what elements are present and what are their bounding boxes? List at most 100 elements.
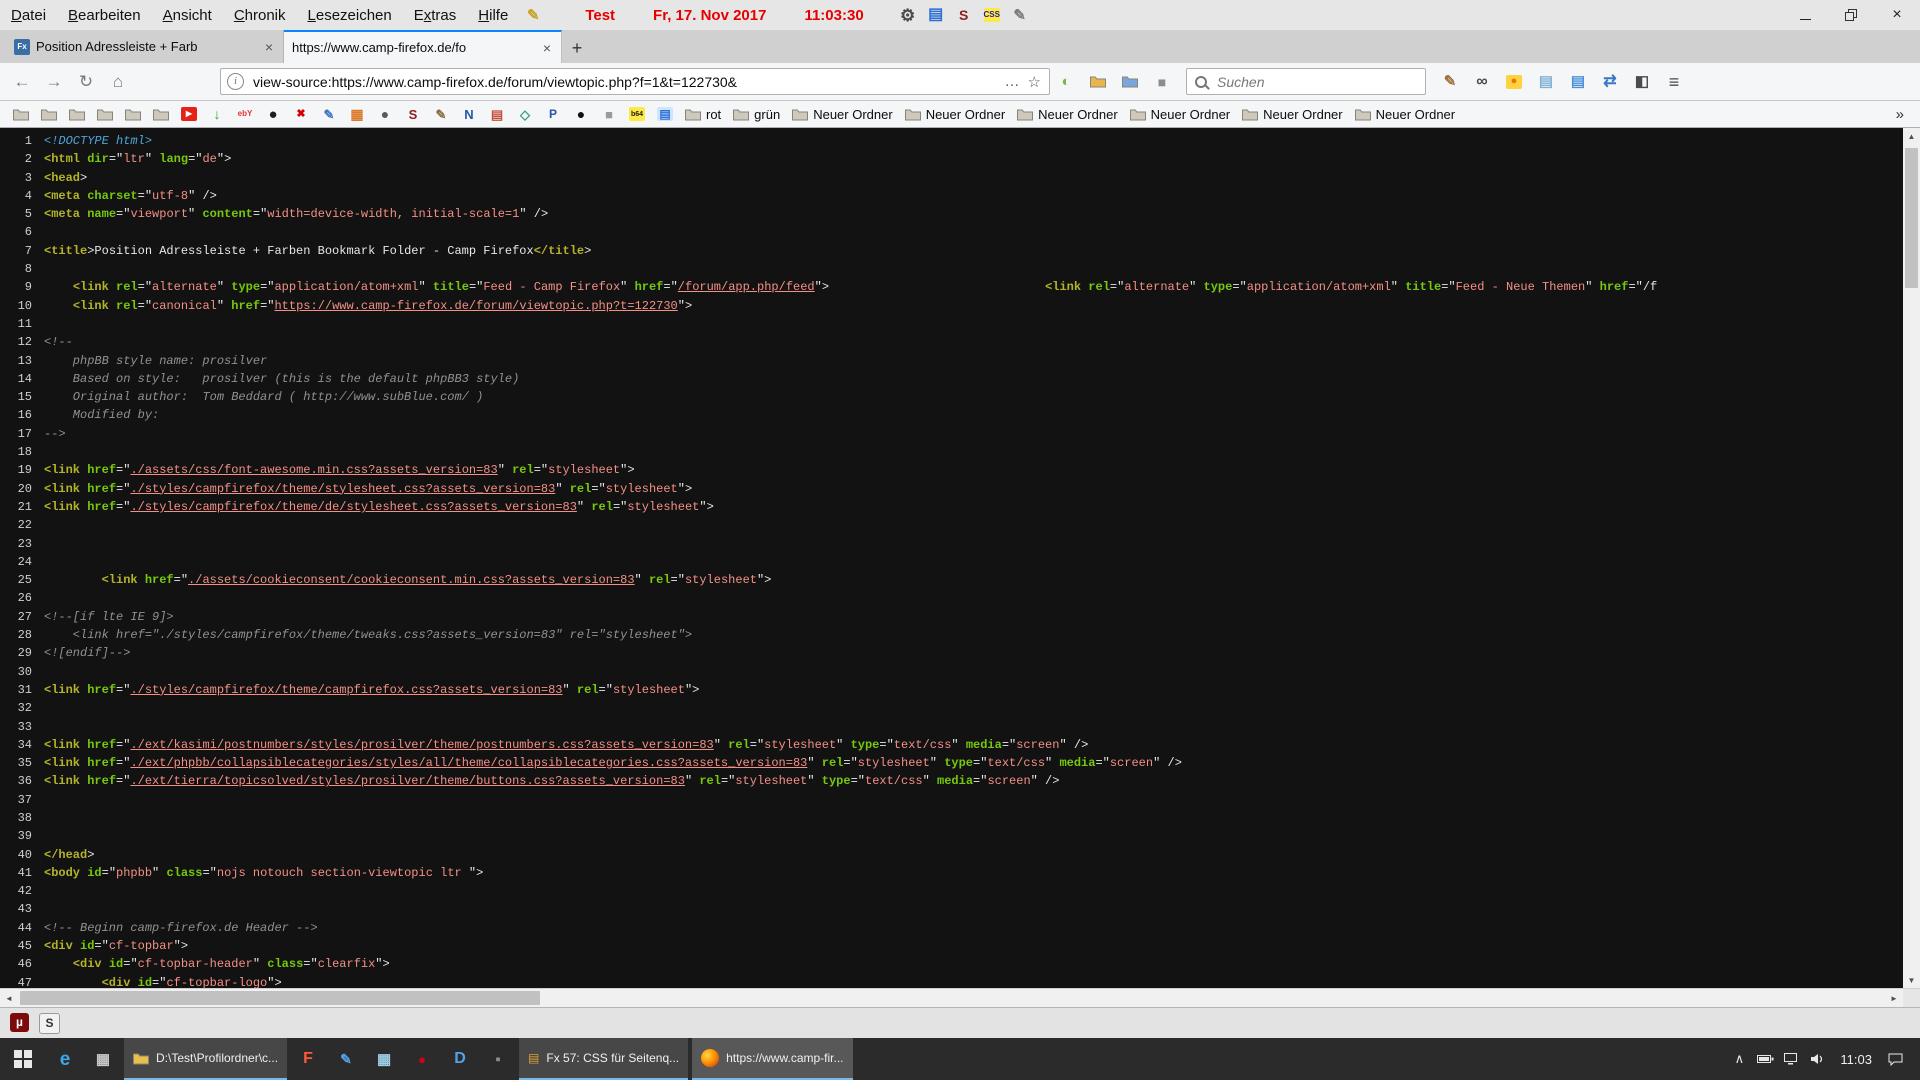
- mask-icon[interactable]: ∞: [1474, 75, 1490, 89]
- notification-icon[interactable]: [1882, 1038, 1908, 1080]
- bookmark-star-icon[interactable]: ☆: [1026, 73, 1043, 91]
- puzzle-icon[interactable]: ●: [568, 105, 594, 123]
- bookmark-folder-neu[interactable]: Neuer Ordner: [1012, 105, 1122, 124]
- flag-icon[interactable]: ▤: [489, 107, 505, 121]
- code-diamond-icon[interactable]: ◇: [512, 105, 538, 123]
- document-icon[interactable]: ▤: [1563, 68, 1593, 96]
- feather-icon[interactable]: ✎: [321, 107, 337, 121]
- feather-icon[interactable]: ✎: [316, 105, 342, 123]
- edge-icon[interactable]: e: [57, 1052, 73, 1066]
- bookmarks-overflow-chevron[interactable]: »: [1888, 106, 1912, 123]
- extension-square-icon[interactable]: ■: [1154, 75, 1170, 89]
- folder-blue-icon[interactable]: [1115, 68, 1145, 96]
- ebay-icon[interactable]: ebY: [232, 105, 258, 123]
- bookmark-folder-neu[interactable]: Neuer Ordner: [787, 105, 897, 124]
- close-button[interactable]: ×: [1874, 0, 1920, 30]
- dark-app-icon[interactable]: ▪: [490, 1052, 506, 1066]
- menu-ansicht[interactable]: Ansicht: [152, 4, 223, 27]
- menu-icon[interactable]: ≡: [1659, 68, 1689, 96]
- reload-button[interactable]: ↻: [70, 68, 102, 96]
- flag-icon[interactable]: ▤: [484, 105, 510, 123]
- notepadpp-icon[interactable]: N: [461, 107, 477, 121]
- session-restore-icon[interactable]: ◐: [1051, 68, 1081, 96]
- volume-icon[interactable]: [1804, 1038, 1830, 1080]
- sync-icon[interactable]: ⇄: [1602, 75, 1618, 89]
- base64-icon[interactable]: b64: [629, 107, 645, 121]
- menu-datei[interactable]: Datei: [0, 4, 57, 27]
- app-square-icon[interactable]: ■: [596, 105, 622, 123]
- bookmark-folder[interactable]: [92, 106, 118, 123]
- ebay-icon[interactable]: ebY: [237, 107, 253, 121]
- bookmark-folder-neu[interactable]: Neuer Ordner: [1237, 105, 1347, 124]
- url-text[interactable]: view-source:https://www.camp-firefox.de/…: [253, 74, 999, 90]
- menu-chronik[interactable]: Chronik: [223, 4, 297, 27]
- stylish-icon[interactable]: S: [400, 105, 426, 123]
- back-button[interactable]: ←: [6, 68, 38, 96]
- globe-icon[interactable]: ●: [372, 105, 398, 123]
- search-input[interactable]: Suchen: [1186, 68, 1426, 95]
- notes-pencil-icon[interactable]: ✎: [428, 105, 454, 123]
- session-restore-icon[interactable]: ◐: [1058, 75, 1074, 89]
- stylish-icon[interactable]: S: [956, 8, 972, 22]
- tab-close-icon[interactable]: ×: [263, 39, 275, 55]
- scroll-left-icon[interactable]: ◄: [0, 989, 18, 1007]
- sidebar-icon[interactable]: ◧: [1634, 75, 1650, 89]
- bookmark-folder[interactable]: [36, 106, 62, 123]
- scroll-up-icon[interactable]: ▲: [1903, 128, 1920, 144]
- tray-chevron-up-icon[interactable]: ∧: [1726, 1038, 1752, 1080]
- restore-button[interactable]: [1828, 0, 1874, 30]
- dictionary-icon[interactable]: D: [452, 1052, 468, 1066]
- base64-icon[interactable]: b64: [624, 105, 650, 123]
- notes-pencil-icon[interactable]: ✎: [433, 107, 449, 121]
- menu-lesezeichen[interactable]: Lesezeichen: [297, 4, 403, 27]
- url-bar[interactable]: i view-source:https://www.camp-firefox.d…: [220, 68, 1050, 95]
- battery-icon[interactable]: [1752, 1038, 1778, 1080]
- youtube-icon[interactable]: ▶: [181, 107, 197, 121]
- code-diamond-icon[interactable]: ◇: [517, 107, 533, 121]
- app-square-icon[interactable]: ■: [601, 107, 617, 121]
- page-actions-icon[interactable]: …: [999, 73, 1026, 90]
- tab[interactable]: FxPosition Adressleiste + Farb×: [6, 30, 284, 63]
- mask-icon[interactable]: ∞: [1467, 68, 1497, 96]
- firefox-window-button[interactable]: https://www.camp-fir...: [692, 1038, 852, 1080]
- close-box-icon[interactable]: ✖: [293, 107, 309, 121]
- bookmark-folder[interactable]: [8, 106, 34, 123]
- bookmark-folder-gruen[interactable]: grün: [728, 105, 785, 124]
- screenshot-icon[interactable]: ●: [1506, 75, 1522, 89]
- bookmark-folder[interactable]: [148, 106, 174, 123]
- bookmark-folder-neu[interactable]: Neuer Ordner: [900, 105, 1010, 124]
- tab-active[interactable]: https://www.camp-firefox.de/fo×: [284, 30, 562, 63]
- horizontal-scroll-thumb[interactable]: [20, 991, 540, 1005]
- window-blue-icon[interactable]: ▤: [657, 107, 673, 121]
- notepad-icon[interactable]: ✎: [1012, 8, 1028, 22]
- github-icon[interactable]: ●: [265, 107, 281, 121]
- download-icon[interactable]: ↓: [204, 105, 230, 123]
- forward-button[interactable]: →: [38, 68, 70, 96]
- document-icon[interactable]: ▤: [1570, 75, 1586, 89]
- explorer-window-button[interactable]: D:\Test\Profilordner\c...: [124, 1038, 287, 1080]
- menu-bearbeiten[interactable]: Bearbeiten: [57, 4, 152, 27]
- stylish-s-icon[interactable]: S: [39, 1013, 60, 1034]
- clock[interactable]: 11:03: [1830, 1052, 1882, 1067]
- new-tab-button[interactable]: +: [562, 33, 592, 63]
- clipboard-icon[interactable]: ▤: [1538, 75, 1554, 89]
- screenshot-icon[interactable]: ●: [1499, 68, 1529, 96]
- vertical-scrollbar[interactable]: ▲ ▼: [1903, 128, 1920, 988]
- css-icon[interactable]: CSS: [984, 8, 1000, 22]
- sidebar-icon[interactable]: ◧: [1627, 68, 1657, 96]
- notepadpp-icon[interactable]: N: [456, 105, 482, 123]
- menu-hilfe[interactable]: Hilfe: [467, 4, 519, 27]
- network-icon[interactable]: [1778, 1038, 1804, 1080]
- parking-icon[interactable]: P: [540, 105, 566, 123]
- window-blue-icon[interactable]: ▤: [652, 105, 678, 123]
- folder-upload-icon[interactable]: [1083, 68, 1113, 96]
- parking-icon[interactable]: P: [545, 107, 561, 121]
- vertical-scroll-thumb[interactable]: [1905, 148, 1918, 288]
- close-box-icon[interactable]: ✖: [288, 105, 314, 123]
- menu-icon[interactable]: ≡: [1666, 75, 1682, 89]
- bookmark-folder[interactable]: [64, 106, 90, 123]
- grid-color-icon[interactable]: ▦: [344, 105, 370, 123]
- puzzle-icon[interactable]: ●: [573, 107, 589, 121]
- paintbrush-icon[interactable]: ✎: [1442, 75, 1458, 89]
- extension-square-icon[interactable]: ■: [1147, 68, 1177, 96]
